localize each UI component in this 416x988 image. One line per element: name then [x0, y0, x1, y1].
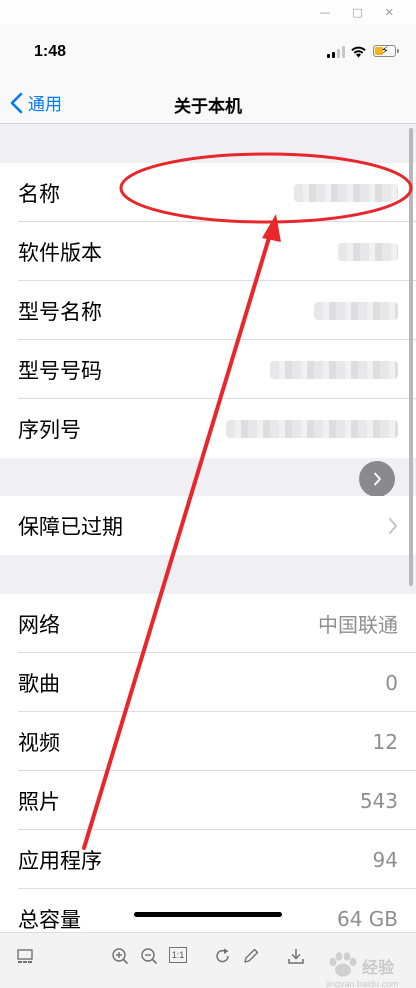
zoom-in-icon[interactable] [111, 947, 129, 965]
obscured-value [338, 242, 398, 261]
phone-screen: 1:48 ⚡ 通用 关于本机 名称 软件版本 型号名称 型号号码 序列号 保障已… [0, 24, 416, 932]
floating-arrow-button[interactable] [359, 461, 395, 497]
page-title: 关于本机 [174, 97, 242, 117]
watermark-url: jingyan.baidu.com [326, 979, 399, 988]
status-bar: 1:48 ⚡ [0, 24, 416, 80]
warranty-row[interactable]: 保障已过期 [0, 496, 416, 555]
chevron-right-icon [373, 472, 381, 486]
edit-pencil-icon[interactable] [242, 947, 260, 965]
viewer-toolbar: 1:1 经验 jingyan.baidu.com [0, 932, 416, 988]
row-label: 总容量 [18, 907, 81, 932]
capacity-row: 总容量 64 GB [0, 889, 416, 932]
model-number-row[interactable]: 型号号码 [0, 340, 416, 399]
row-label: 型号号码 [18, 358, 102, 383]
songs-row: 歌曲 0 [0, 653, 416, 712]
navigation-bar: 通用 关于本机 [0, 80, 416, 124]
row-label: 照片 [18, 789, 60, 814]
obscured-value [294, 183, 398, 202]
serial-number-row[interactable]: 序列号 [0, 399, 416, 458]
maximize-icon[interactable]: □ [352, 7, 362, 18]
obscured-value [226, 419, 398, 438]
software-version-row[interactable]: 软件版本 [0, 222, 416, 281]
download-icon[interactable] [287, 947, 305, 965]
warranty-group: 保障已过期 [0, 496, 416, 555]
watermark-text: 经验 [362, 958, 395, 977]
cellular-signal-icon [327, 46, 345, 58]
network-row: 网络 中国联通 [0, 594, 416, 653]
home-indicator [134, 912, 282, 917]
device-info-group: 名称 软件版本 型号名称 型号号码 序列号 [0, 163, 416, 458]
battery-icon: ⚡ [373, 44, 399, 57]
actual-size-icon[interactable]: 1:1 [169, 947, 187, 965]
wifi-icon [351, 46, 366, 58]
zoom-out-icon[interactable] [140, 947, 158, 965]
device-name-row[interactable]: 名称 [0, 163, 416, 222]
scrollbar[interactable] [409, 128, 413, 586]
rotate-icon[interactable] [214, 947, 232, 965]
thumbnail-icon[interactable] [16, 947, 34, 965]
image-viewer: — □ ✕ 1:48 ⚡ 通用 关于本机 名称 软件版本 型号名称 型号号码 序… [0, 0, 416, 988]
row-label: 保障已过期 [18, 514, 123, 539]
row-label: 网络 [18, 612, 60, 637]
obscured-value [270, 360, 398, 379]
videos-row: 视频 12 [0, 712, 416, 771]
row-value: 94 [372, 847, 398, 872]
row-value: 12 [372, 729, 398, 754]
row-value: 中国联通 [318, 613, 398, 637]
status-time: 1:48 [34, 43, 67, 60]
row-label: 应用程序 [18, 848, 102, 873]
row-label: 名称 [18, 181, 60, 206]
minimize-icon[interactable]: — [319, 7, 330, 18]
row-value: 64 GB [336, 906, 398, 931]
paw-logo-icon [329, 952, 357, 977]
applications-row: 应用程序 94 [0, 830, 416, 889]
model-name-row[interactable]: 型号名称 [0, 281, 416, 340]
row-value: 0 [385, 670, 398, 695]
row-label: 型号名称 [18, 299, 102, 324]
row-label: 视频 [18, 730, 60, 755]
obscured-value [314, 301, 398, 320]
usage-stats-group: 网络 中国联通 歌曲 0 视频 12 照片 543 应用程序 94 总容量 64… [0, 594, 416, 932]
row-value: 543 [359, 788, 398, 813]
row-label: 歌曲 [18, 671, 60, 696]
close-icon[interactable]: ✕ [385, 7, 394, 18]
window-title-bar: — □ ✕ [0, 0, 416, 24]
photos-row: 照片 543 [0, 771, 416, 830]
baidu-jingyan-watermark: 经验 jingyan.baidu.com [324, 951, 414, 988]
row-label: 软件版本 [18, 240, 102, 265]
row-label: 序列号 [18, 417, 81, 442]
chevron-right-icon [389, 517, 397, 534]
